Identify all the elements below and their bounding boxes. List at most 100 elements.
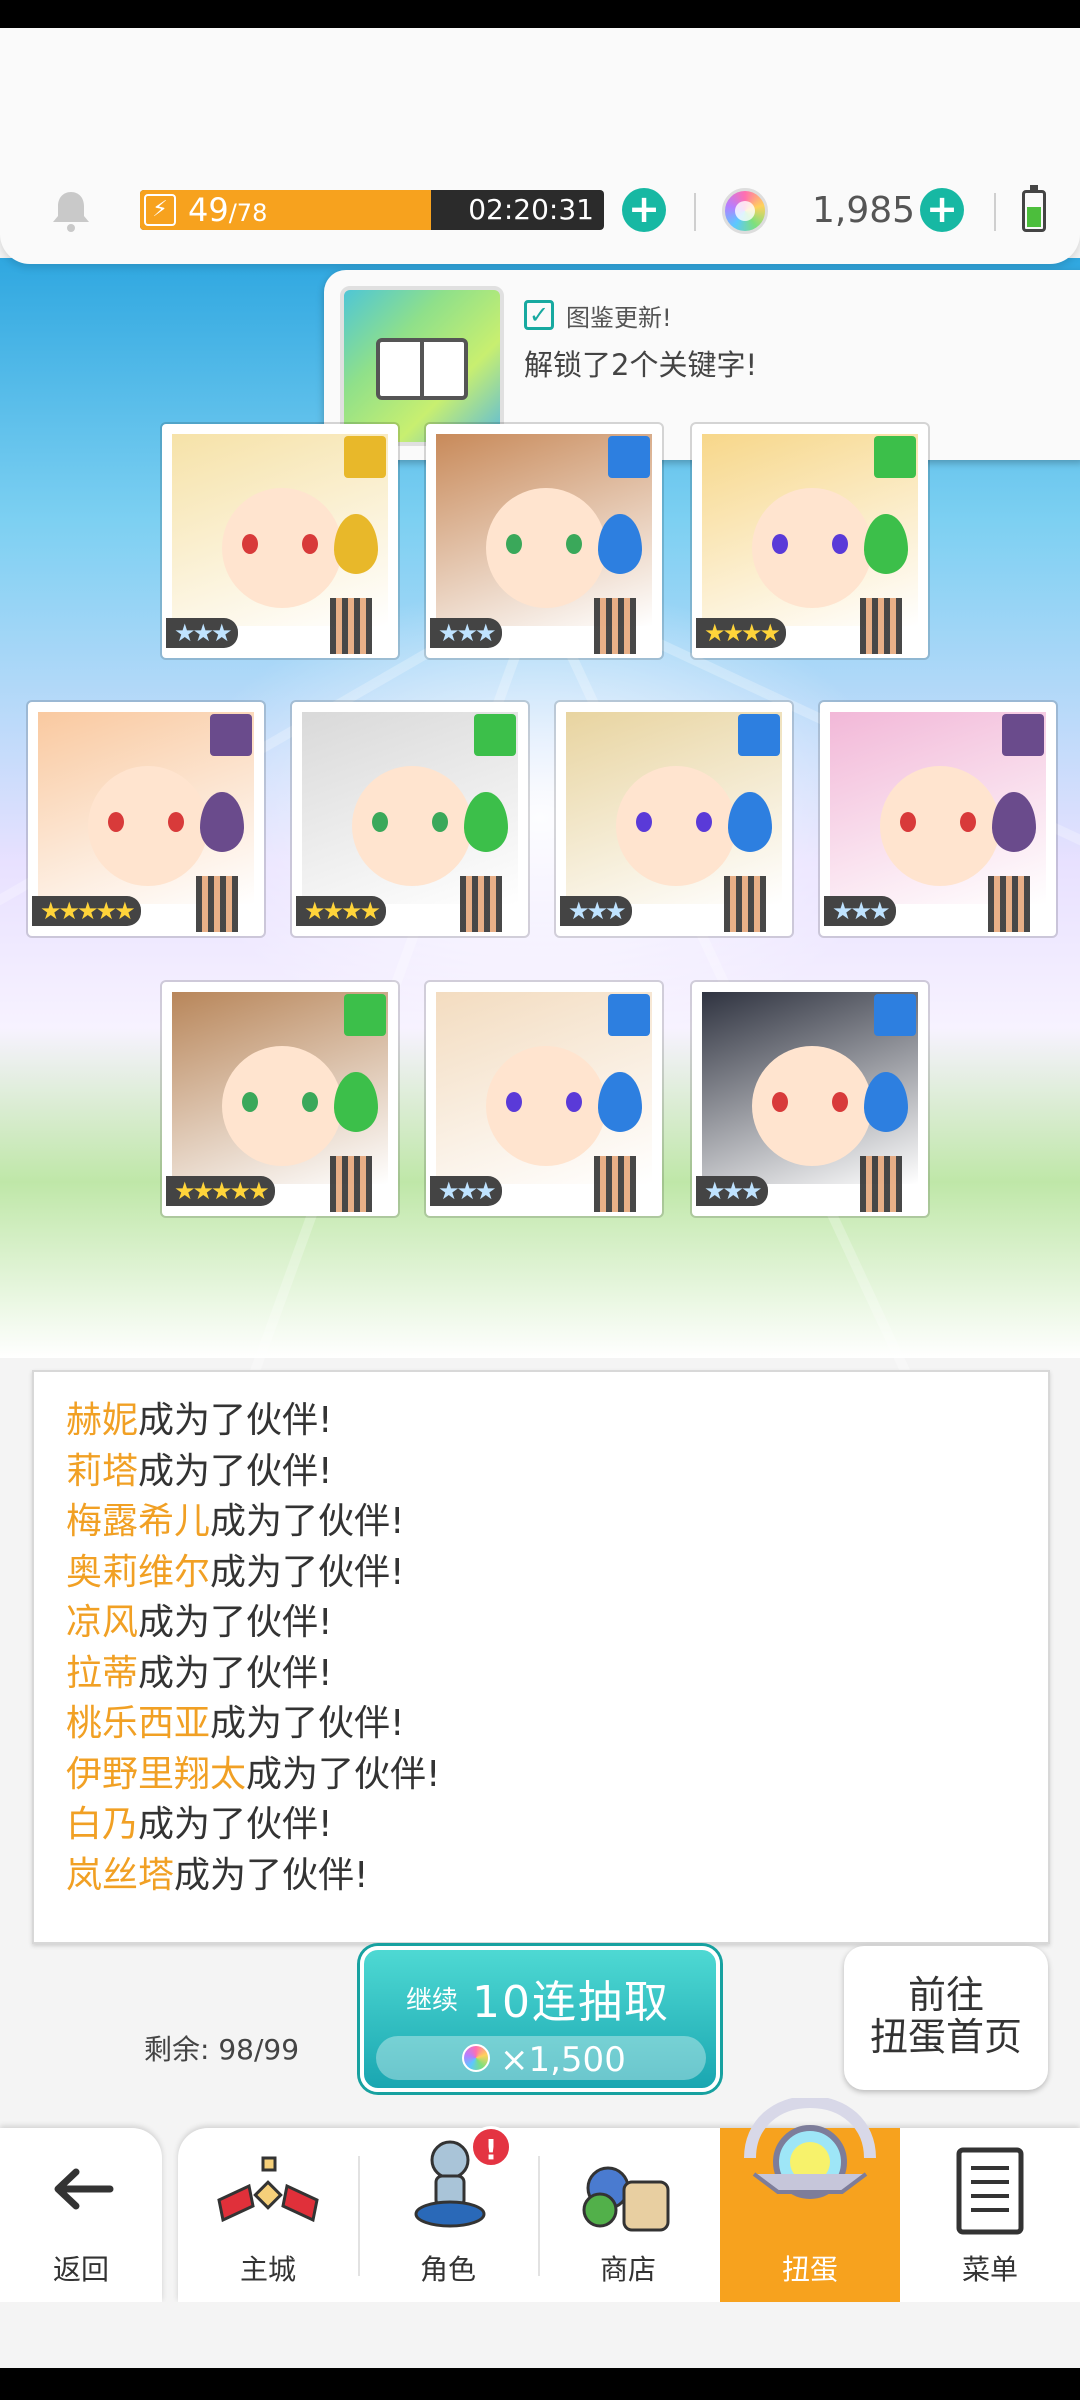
system-nav-area [0, 2302, 1080, 2368]
pixel-sprite-icon [594, 598, 636, 654]
castle-icon [217, 2156, 319, 2223]
continue-10-pull-button[interactable]: 继续 10连抽取 ×1,500 [360, 1946, 720, 2092]
pixel-sprite-icon [860, 598, 902, 654]
nav-item-castle[interactable]: 主城 [178, 2128, 358, 2302]
nav-item-gacha[interactable]: 扭蛋 [720, 2098, 900, 2302]
rarity-stars: ★★★★ [696, 618, 787, 648]
notice-title: 图鉴更新! [566, 304, 672, 332]
result-log[interactable]: 赫妮成为了伙伴! 莉塔成为了伙伴! 梅露希儿成为了伙伴! 奥莉维尔成为了伙伴! 凉风成为… [32, 1370, 1050, 1944]
rarity-stars: ★★★★ [296, 896, 387, 926]
notification-badge: ! [470, 2126, 512, 2168]
rarity-stars: ★★★ [560, 896, 632, 926]
pixel-sprite-icon [330, 598, 372, 654]
shop-icon [582, 2166, 670, 2232]
rarity-stars: ★★★ [430, 618, 502, 648]
log-line: 奥莉维尔成为了伙伴! [66, 1548, 404, 1598]
pixel-sprite-icon [330, 1156, 372, 1212]
character-card[interactable]: ★★★ [820, 702, 1056, 936]
element-icon [344, 436, 386, 478]
log-suffix: 成为了伙伴! [138, 1652, 333, 1694]
bell-icon[interactable] [48, 188, 94, 234]
character-name: 岚丝塔 [66, 1854, 175, 1896]
element-icon [874, 436, 916, 478]
checkbox-icon: ✓ [524, 300, 554, 330]
remaining-count: 剩余: 98/99 [144, 2033, 300, 2066]
gacha-home-button[interactable]: 前往 扭蛋首页 [844, 1946, 1048, 2090]
back-label: 返回 [52, 2253, 109, 2286]
lightning-icon: ⚡ [144, 194, 176, 226]
character-name: 奥莉维尔 [66, 1551, 211, 1593]
character-name: 桃乐西亚 [66, 1703, 211, 1744]
character-name: 白乃 [66, 1804, 139, 1845]
back-button[interactable]: 返回 [0, 2128, 162, 2302]
log-suffix: 成为了伙伴! [138, 1450, 333, 1492]
energy-value: 49/78 [188, 191, 268, 229]
log-line: 白乃成为了伙伴! [66, 1800, 332, 1850]
character-card[interactable]: ★★★ [692, 982, 928, 1216]
element-icon [344, 994, 386, 1036]
character-card[interactable]: ★★★ [556, 702, 792, 936]
battery-icon [1022, 185, 1046, 232]
home-line-2: 扭蛋首页 [869, 2015, 1022, 2059]
notice-text: 解锁了2个关键字! [524, 348, 758, 382]
nav-label-shop: 商店 [599, 2253, 656, 2286]
menu-icon [956, 2147, 1024, 2235]
energy-fill [140, 190, 432, 230]
gacha-icon [744, 2098, 876, 2199]
arrow-left-icon [54, 2168, 114, 2210]
gacha-result-screen: ⚡ 49/78 02:20:31 + 1,985 + ✓ 图鉴更新! 解锁了2个… [0, 28, 1080, 2368]
pull-title: 10连抽取 [472, 1977, 670, 2028]
element-icon [210, 714, 252, 756]
element-icon [1002, 714, 1044, 756]
gem-icon [462, 2044, 490, 2072]
character-card[interactable]: ★★★★★ [162, 982, 398, 1216]
pixel-sprite-icon [594, 1156, 636, 1212]
nav-item-shop[interactable]: 商店 [538, 2128, 718, 2302]
nav-label-menu: 菜单 [961, 2253, 1018, 2286]
log-suffix: 成为了伙伴! [246, 1753, 441, 1795]
element-icon [608, 994, 650, 1036]
character-name: 凉风 [66, 1602, 139, 1643]
pull-cost: ×1,500 [376, 2036, 706, 2080]
character-card[interactable]: ★★★★ [292, 702, 528, 936]
nav-label-characters: 角色 [419, 2253, 476, 2286]
gem-icon [722, 188, 768, 234]
divider [994, 193, 996, 231]
log-line: 拉蒂成为了伙伴! [66, 1649, 332, 1699]
log-line: 岚丝塔成为了伙伴! [66, 1851, 368, 1901]
add-gems-button[interactable]: + [920, 188, 964, 232]
log-suffix: 成为了伙伴! [138, 1804, 333, 1845]
log-suffix: 成为了伙伴! [174, 1854, 369, 1896]
book-icon [340, 286, 504, 446]
element-icon [874, 994, 916, 1036]
log-suffix: 成为了伙伴! [138, 1400, 333, 1441]
pixel-sprite-icon [724, 876, 766, 932]
element-icon [608, 436, 650, 478]
log-line: 伊野里翔太成为了伙伴! [66, 1750, 440, 1800]
character-name: 伊野里翔太 [66, 1753, 247, 1795]
character-card[interactable]: ★★★★★ [28, 702, 264, 936]
rarity-stars: ★★★★★ [32, 896, 141, 926]
character-card[interactable]: ★★★★ [692, 424, 928, 658]
pixel-sprite-icon [860, 1156, 902, 1212]
rarity-stars: ★★★ [166, 618, 238, 648]
nav-item-menu[interactable]: 菜单 [900, 2128, 1080, 2302]
rarity-stars: ★★★ [430, 1176, 502, 1206]
character-name: 赫妮 [66, 1400, 139, 1441]
bottom-nav: 主城 ! 角色 商店 扭蛋 菜单 [178, 2098, 1080, 2302]
log-line: 桃乐西亚成为了伙伴! [66, 1699, 404, 1749]
energy-bar: ⚡ 49/78 02:20:31 [140, 190, 604, 230]
character-card[interactable]: ★★★ [162, 424, 398, 658]
nav-item-characters[interactable]: ! 角色 [358, 2126, 538, 2302]
add-energy-button[interactable]: + [622, 188, 666, 232]
log-line: 凉风成为了伙伴! [66, 1598, 332, 1648]
element-icon [474, 714, 516, 756]
character-card[interactable]: ★★★ [426, 424, 662, 658]
continue-label: 继续 [406, 1986, 459, 2016]
log-line: 莉塔成为了伙伴! [66, 1447, 332, 1497]
character-card[interactable]: ★★★ [426, 982, 662, 1216]
rarity-stars: ★★★ [824, 896, 896, 926]
character-name: 梅露希儿 [66, 1501, 211, 1542]
log-line: 赫妮成为了伙伴! [66, 1396, 332, 1446]
character-name: 莉塔 [66, 1450, 139, 1492]
